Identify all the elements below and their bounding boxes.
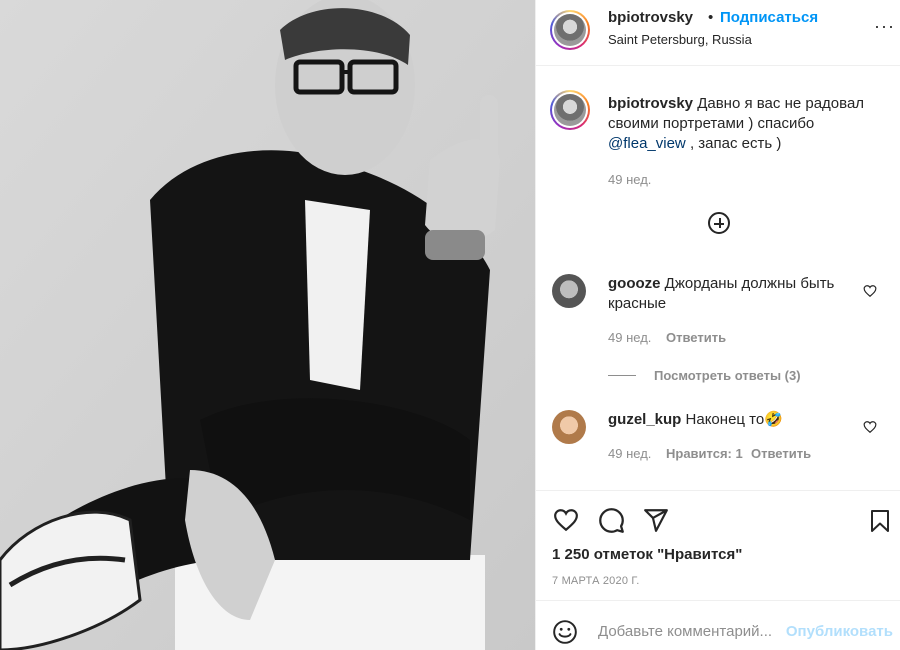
author-avatar[interactable]	[550, 10, 590, 50]
commenter-avatar[interactable]	[552, 410, 586, 444]
more-options-icon[interactable]: ···	[874, 16, 895, 37]
load-more-comments-icon[interactable]	[708, 212, 730, 234]
view-replies-button[interactable]: Посмотреть ответы (3)	[654, 368, 801, 383]
caption-username[interactable]: bpiotrovsky	[608, 95, 693, 112]
comment-icon[interactable]	[598, 507, 625, 534]
comment-like-heart-icon[interactable]	[863, 420, 877, 434]
caption-avatar[interactable]	[550, 90, 590, 130]
comment-text: guzel_kup Наконец то🤣	[608, 410, 848, 430]
post-photo[interactable]	[0, 0, 535, 650]
add-comment-bar: Добавьте комментарий... Опубликовать	[536, 600, 900, 650]
caption-text: bpiotrovsky Давно я вас не радовал своим…	[608, 94, 878, 154]
replies-divider	[608, 375, 636, 376]
separator-dot: •	[708, 9, 714, 26]
likes-count[interactable]: 1 250 отметок "Нравится"	[552, 546, 742, 563]
comment-likes[interactable]: Нравится: 1	[666, 446, 743, 461]
caption-body-end: , запас есть )	[689, 135, 782, 152]
post-location[interactable]: Saint Petersburg, Russia	[608, 32, 752, 47]
post-date[interactable]: 7 МАРТА 2020 Г.	[552, 575, 639, 587]
caption-mention[interactable]: @flea_view	[608, 135, 686, 152]
comment-text: goooze Джорданы должны быть красные	[608, 274, 848, 314]
paper-plane-icon[interactable]	[642, 507, 670, 533]
post-side-panel: bpiotrovsky • Подписаться Saint Petersbu…	[535, 0, 900, 650]
portrait-image	[0, 0, 535, 650]
comment-time[interactable]: 49 нед.	[608, 330, 651, 345]
comment-like-heart-icon[interactable]	[863, 284, 877, 298]
comment-time[interactable]: 49 нед.	[608, 446, 651, 461]
reply-button[interactable]: Ответить	[751, 446, 811, 461]
emoji-icon: 🤣	[764, 411, 783, 428]
comment-body: Наконец то	[685, 411, 765, 428]
comments-list[interactable]: bpiotrovsky Давно я вас не радовал своим…	[536, 66, 900, 490]
comment-username[interactable]: guzel_kup	[608, 411, 681, 428]
publish-button[interactable]: Опубликовать	[786, 623, 893, 640]
commenter-avatar[interactable]	[552, 274, 586, 308]
author-username[interactable]: bpiotrovsky	[608, 9, 693, 26]
follow-button[interactable]: Подписаться	[720, 9, 818, 26]
emoji-icon[interactable]	[552, 619, 578, 645]
post-actions: 1 250 отметок "Нравится" 7 МАРТА 2020 Г.	[536, 490, 900, 600]
heart-icon[interactable]	[552, 507, 580, 533]
post-header: bpiotrovsky • Подписаться Saint Petersbu…	[536, 0, 900, 66]
bookmark-icon[interactable]	[868, 507, 892, 535]
caption-time[interactable]: 49 нед.	[608, 172, 651, 187]
reply-button[interactable]: Ответить	[666, 330, 726, 345]
comment-input[interactable]: Добавьте комментарий...	[598, 623, 772, 640]
comment-username[interactable]: goooze	[608, 275, 661, 292]
